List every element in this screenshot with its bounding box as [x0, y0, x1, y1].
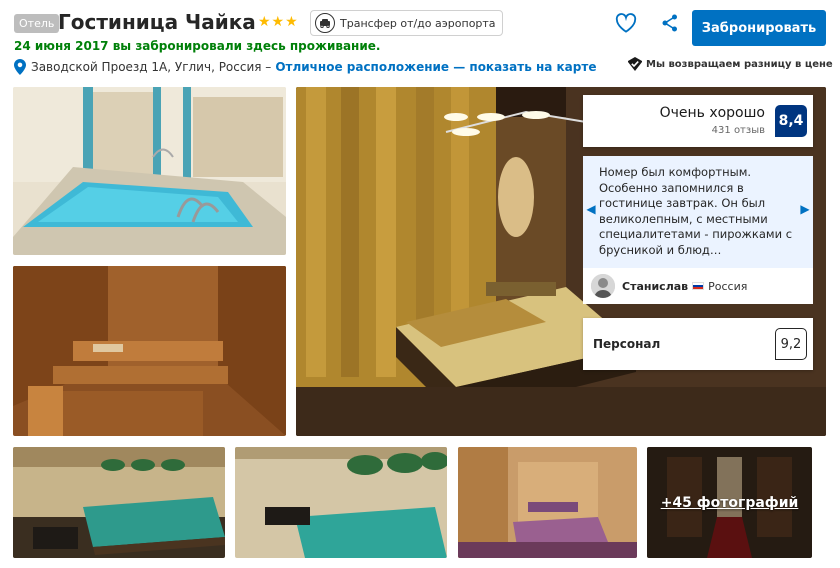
staff-label: Персонал — [593, 337, 661, 351]
price-match-guarantee[interactable]: Мы возвращаем разницу в цене — [628, 57, 833, 71]
reserve-button[interactable]: Забронировать — [692, 10, 826, 46]
featured-review-card: ◀ Номер был комфортным. Особенно запомни… — [583, 156, 813, 304]
previous-booking-note: 24 июня 2017 вы забронировали здесь прож… — [14, 39, 381, 53]
more-photos-label: +45 фотографий — [660, 494, 799, 511]
hotel-address: Заводской Проезд 1А, Углич, Россия – — [31, 60, 272, 74]
staff-score-card[interactable]: Персонал 9,2 — [583, 318, 813, 370]
review-prev-arrow-icon[interactable]: ◀ — [586, 200, 596, 218]
staff-score-badge: 9,2 — [775, 328, 807, 360]
more-photos-link[interactable]: +45 фотографий — [647, 447, 812, 558]
transfer-icon — [315, 13, 335, 33]
star-rating: ★★★ — [258, 14, 299, 30]
pin-icon — [14, 59, 26, 75]
price-match-label: Мы возвращаем разницу в цене — [646, 58, 833, 70]
reviewer-name: Станислав — [622, 279, 689, 293]
avatar — [591, 274, 615, 298]
review-score-badge: 8,4 — [775, 105, 807, 137]
photo-pool[interactable] — [13, 87, 286, 255]
review-next-arrow-icon[interactable]: ▶ — [800, 200, 810, 218]
review-text: Номер был комфортным. Особенно запомнилс… — [599, 165, 793, 257]
rating-word: Очень хорошо — [659, 105, 765, 121]
reviewer-row: Станислав Россия — [583, 268, 813, 304]
save-favorite-button[interactable] — [613, 10, 639, 36]
heart-icon — [615, 13, 637, 33]
airport-transfer-label: Трансфер от/до аэропорта — [340, 16, 496, 30]
checkmark-shield-icon — [628, 57, 642, 71]
photo-billiards-1[interactable] — [13, 447, 225, 558]
hotel-name: Гостиница Чайка — [58, 10, 256, 34]
reviewer-country: Россия — [708, 279, 748, 293]
review-count: 431 отзыв — [711, 125, 765, 136]
photo-sauna[interactable] — [13, 266, 286, 436]
show-on-map-link[interactable]: Отличное расположение — показать на карт… — [275, 60, 596, 74]
share-icon — [662, 14, 677, 32]
hotel-header: Отель Гостиница Чайка ★★★ Трансфер от/до… — [14, 10, 833, 82]
property-type-badge: Отель — [14, 14, 60, 33]
airport-transfer-badge[interactable]: Трансфер от/до аэропорта — [310, 10, 503, 36]
address-row: Заводской Проезд 1А, Углич, Россия – Отл… — [14, 59, 596, 75]
photo-billiards-2[interactable] — [235, 447, 447, 558]
review-score-card[interactable]: Очень хорошо 431 отзыв 8,4 — [583, 95, 813, 147]
russia-flag-icon — [692, 282, 705, 290]
photo-room-2[interactable] — [458, 447, 637, 558]
share-button[interactable] — [657, 10, 683, 36]
